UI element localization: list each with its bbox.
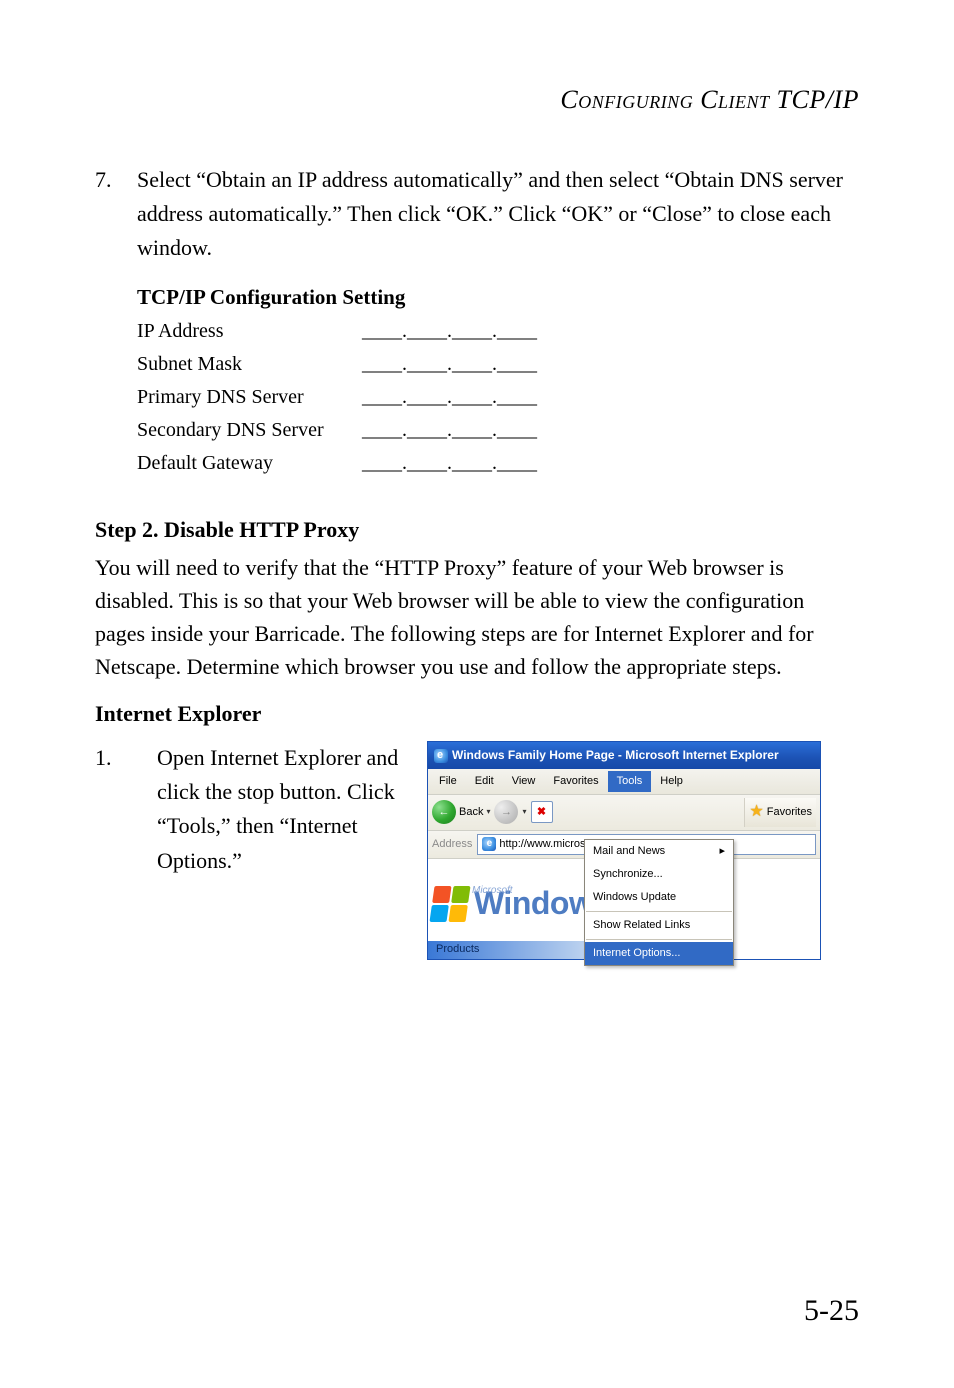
row-blank: ____.____.____.____: [362, 452, 537, 475]
dropdown-arrow-icon: ▾: [486, 806, 490, 818]
menu-help[interactable]: Help: [651, 771, 692, 792]
row-label: Secondary DNS Server: [137, 419, 362, 442]
dd-synchronize[interactable]: Synchronize...: [585, 863, 733, 886]
list-body: Open Internet Explorer and click the sto…: [157, 741, 407, 960]
submenu-arrow-icon: ▸: [719, 843, 725, 860]
list-number: 7.: [95, 163, 137, 265]
row-blank: ____.____.____.____: [362, 386, 537, 409]
row-blank: ____.____.____.____: [362, 419, 537, 442]
tools-dropdown: Mail and News ▸ Synchronize... Windows U…: [584, 839, 734, 966]
row-label: Default Gateway: [137, 452, 362, 475]
ie-toolbar: ← Back ▾ → ▾ ✖ ★ Favorites: [428, 795, 820, 831]
menu-view[interactable]: View: [503, 771, 545, 792]
list-item-7: 7. Select “Obtain an IP address automati…: [95, 163, 859, 265]
menu-tools[interactable]: Tools: [608, 771, 652, 792]
table-row: Primary DNS Server ____.____.____.____: [137, 386, 859, 409]
back-label: Back: [459, 804, 483, 821]
dropdown-separator: [586, 939, 732, 940]
products-tab[interactable]: Products: [436, 941, 479, 958]
page-icon: e: [482, 837, 496, 851]
dd-label: Mail and News: [593, 843, 665, 860]
list-item-1: 1. Open Internet Explorer and click the …: [95, 741, 859, 960]
back-button[interactable]: ← Back ▾: [432, 800, 490, 824]
windows-logo-icon: [429, 886, 470, 922]
dropdown-arrow-icon: ▾: [522, 806, 526, 818]
dd-mail-and-news[interactable]: Mail and News ▸: [585, 840, 733, 863]
row-blank: ____.____.____.____: [362, 353, 537, 376]
page-number: 5-25: [804, 1294, 859, 1328]
row-label: IP Address: [137, 320, 362, 343]
row-label: Primary DNS Server: [137, 386, 362, 409]
table-row: Subnet Mask ____.____.____.____: [137, 353, 859, 376]
table-heading: TCP/IP Configuration Setting: [137, 285, 859, 310]
ie-logo-icon: [434, 749, 448, 763]
row-label: Subnet Mask: [137, 353, 362, 376]
list-body: Select “Obtain an IP address automatical…: [137, 163, 859, 265]
menu-favorites[interactable]: Favorites: [544, 771, 607, 792]
ie-subheading: Internet Explorer: [95, 701, 859, 727]
ie-titlebar: Windows Family Home Page - Microsoft Int…: [428, 742, 820, 769]
ie-menubar: File Edit View Favorites Tools Help: [428, 769, 820, 795]
table-row: Default Gateway ____.____.____.____: [137, 452, 859, 475]
table-row: Secondary DNS Server ____.____.____.____: [137, 419, 859, 442]
ie-screenshot: Windows Family Home Page - Microsoft Int…: [427, 741, 821, 960]
address-label: Address: [432, 836, 472, 853]
microsoft-label: Microsoft: [472, 883, 513, 899]
dd-show-related-links[interactable]: Show Related Links: [585, 914, 733, 937]
row-blank: ____.____.____.____: [362, 320, 537, 343]
list-number: 1.: [95, 741, 137, 960]
ie-toolbar-area: ← Back ▾ → ▾ ✖ ★ Favorites Address e: [428, 795, 820, 881]
menu-file[interactable]: File: [430, 771, 466, 792]
dropdown-separator: [586, 911, 732, 912]
tcpip-table: TCP/IP Configuration Setting IP Address …: [137, 285, 859, 475]
forward-button[interactable]: →: [494, 800, 518, 824]
stop-button[interactable]: ✖: [531, 801, 553, 823]
table-row: IP Address ____.____.____.____: [137, 320, 859, 343]
address-value: http://www.microso: [499, 836, 591, 853]
dd-windows-update[interactable]: Windows Update: [585, 886, 733, 909]
star-icon: ★: [749, 800, 763, 825]
step2-paragraph: You will need to verify that the “HTTP P…: [95, 551, 859, 683]
favorites-label: Favorites: [767, 804, 812, 821]
dd-internet-options[interactable]: Internet Options...: [585, 942, 733, 965]
running-head: Configuring Client TCP/IP: [95, 85, 859, 115]
ie-title-text: Windows Family Home Page - Microsoft Int…: [452, 746, 779, 765]
back-icon: ←: [432, 800, 456, 824]
step2-heading: Step 2. Disable HTTP Proxy: [95, 517, 859, 543]
menu-edit[interactable]: Edit: [466, 771, 503, 792]
favorites-button[interactable]: ★ Favorites: [744, 798, 816, 827]
